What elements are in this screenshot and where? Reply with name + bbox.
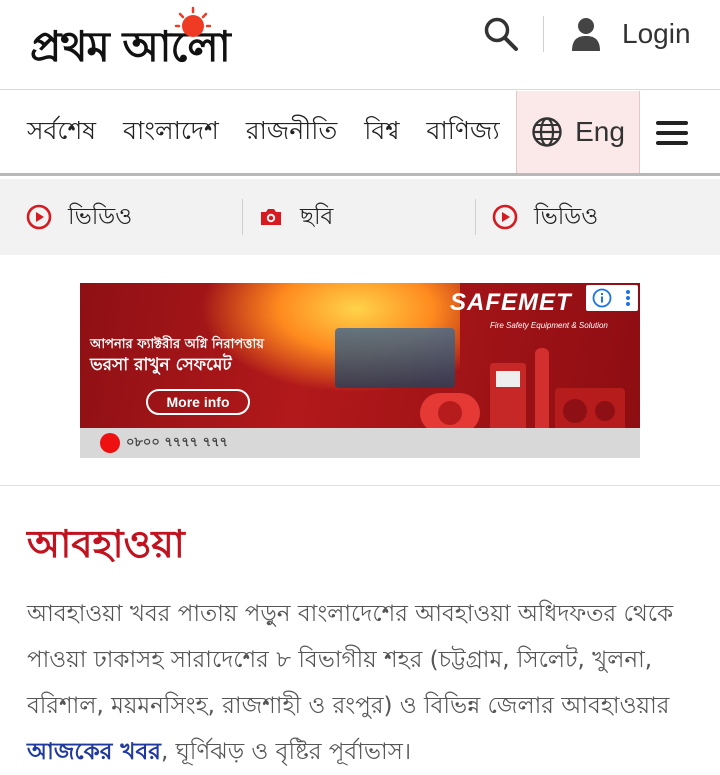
media-item-photos[interactable]: ছবি [258,179,333,255]
nav-items: সর্বশেষ বাংলাদেশ রাজনীতি বিশ্ব বাণিজ্য [0,91,500,173]
more-vertical-icon [626,290,630,306]
media-item-video[interactable]: ভিডিও [26,179,132,255]
media-label: ছবি [300,203,334,230]
ad-more-info-label: More info [166,394,230,410]
camera-icon [261,209,281,225]
page-description: আবহাওয়া খবর পাতায় পড়ুন বাংলাদেশের আবহ… [27,591,695,775]
page-title: আবহাওয়া [27,522,185,566]
play-circle-icon [26,204,52,230]
site-header: প্রথম আলো Login [0,0,720,90]
ad-section: আপনার ফ্যাক্টরীর অগ্নি নিরাপত্তায় ভরসা … [0,255,720,486]
media-label: ভিডিও [68,203,133,230]
ad-headline-line2: ভরসা রাখুন সেফমেট [90,355,232,375]
nav-item-world[interactable]: বিশ্ব [364,111,399,154]
hamburger-menu-button[interactable] [650,111,694,155]
description-text: আবহাওয়া খবর পাতায় পড়ুন বাংলাদেশের আবহ… [27,601,674,719]
language-label: Eng [575,116,625,147]
weather-section: আবহাওয়া আবহাওয়া খবর পাতায় পড়ুন বাংলা… [0,487,720,775]
info-icon [592,288,612,308]
todays-news-link[interactable]: আজকের খবর [27,739,161,765]
media-separator [242,199,243,235]
globe-icon [532,117,562,147]
nav-item-bangladesh[interactable]: বাংলাদেশ [123,111,219,154]
nav-item-business[interactable]: বাণিজ্য [427,111,500,154]
ad-brand-tagline: Fire Safety Equipment & Solution [490,321,608,330]
search-button[interactable] [482,15,520,53]
ad-headline: আপনার ফ্যাক্টরীর অগ্নি নিরাপত্তায় ভরসা … [90,335,330,375]
media-strip: ভিডিও ছবি ভিডিও [0,179,720,255]
menu-bar [656,121,688,125]
ad-headline-line1: আপনার ফ্যাক্টরীর অগ্নি নিরাপত্তায় [90,337,264,352]
menu-bar [656,131,688,135]
ad-choices[interactable] [586,285,638,311]
ad-brand-logo: SAFEMET [450,289,572,316]
header-divider [543,16,544,52]
menu-bar [656,141,688,145]
phone-icon [100,433,120,453]
language-toggle-button[interactable]: Eng [516,91,640,173]
ad-phone-number: ০৮০০ ৭৭৭৭ ৭৭৭ [126,434,229,450]
ad-more-info-button[interactable]: More info [146,389,250,415]
nav-item-politics[interactable]: রাজনীতি [246,111,337,154]
nav-item-latest[interactable]: সর্বশেষ [27,111,96,154]
user-icon [572,18,600,51]
media-separator [475,199,476,235]
media-label: ভিডিও [534,203,599,230]
advertisement-banner[interactable]: আপনার ফ্যাক্টরীর অগ্নি নিরাপত্তায় ভরসা … [80,283,640,458]
play-circle-icon [492,204,518,230]
site-logo[interactable]: প্রথম আলো [30,2,330,72]
ad-footer: ০৮০০ ৭৭৭৭ ৭৭৭ [80,428,640,458]
media-item-video-2[interactable]: ভিডিও [492,179,598,255]
search-icon [484,17,518,51]
login-button[interactable]: Login [570,12,691,56]
login-label: Login [622,18,691,49]
sun-icon [175,6,211,37]
main-nav: সর্বশেষ বাংলাদেশ রাজনীতি বিশ্ব বাণিজ্য E… [0,91,720,176]
description-text-end: , ঘূর্ণিঝড় ও বৃষ্টির পূর্বাভাস। [160,739,412,765]
